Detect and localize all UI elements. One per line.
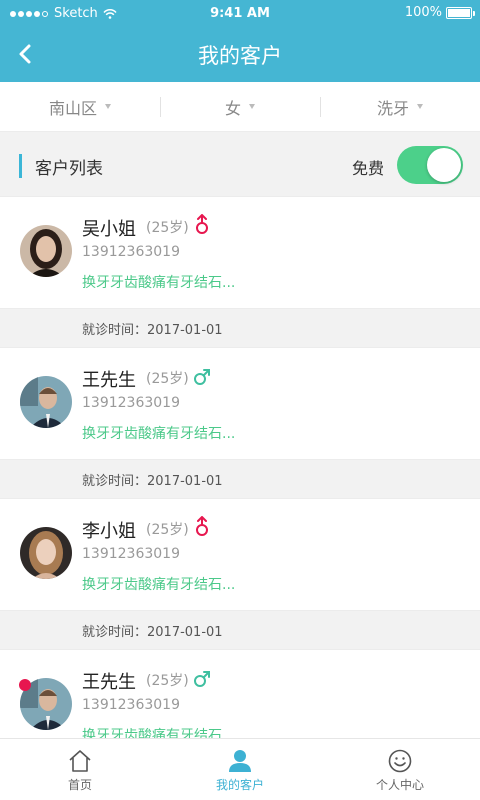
page-title: 我的客户: [198, 44, 282, 68]
visit-date: 就诊时间：2017-01-01: [82, 625, 223, 640]
tab-customers-label: 我的客户: [215, 778, 264, 792]
customer-age: (25岁): [146, 673, 189, 689]
user-icon: [229, 750, 251, 772]
free-toggle[interactable]: [397, 146, 463, 184]
home-icon: [69, 750, 91, 772]
customer-phone: 13912363019: [82, 395, 180, 411]
customer-phone: 13912363019: [82, 244, 180, 260]
status-bar: Sketch 9:41 AM 100%: [0, 0, 480, 26]
avatar: [20, 376, 72, 428]
customer-card[interactable]: 吴小姐 (25岁) 13912363019 换牙牙齿酸痛有牙结石...: [0, 196, 480, 309]
customer-card[interactable]: 王先生 (25岁) 13912363019 换牙牙齿酸痛有牙结石...: [0, 347, 480, 460]
customer-name: 王先生: [82, 672, 136, 693]
filter-service-label: 洗牙: [376, 98, 409, 118]
visit-date-bar: 就诊时间：2017-01-01: [0, 460, 480, 498]
chevron-left-icon[interactable]: [10, 38, 42, 70]
free-label: 免费: [352, 159, 385, 178]
customer-card[interactable]: 李小姐 (25岁) 13912363019 换牙牙齿酸痛有牙结石...: [0, 498, 480, 611]
section-title: 客户列表: [35, 159, 103, 179]
battery-status: 100%: [404, 5, 475, 20]
visit-date: 就诊时间：2017-01-01: [82, 323, 223, 338]
customer-age: (25岁): [146, 522, 189, 538]
visit-date-bar: 就诊时间：2017-01-01: [0, 611, 480, 649]
customer-age: (25岁): [146, 371, 189, 387]
male-icon: [194, 369, 210, 385]
filter-district[interactable]: 南山区: [0, 82, 160, 131]
visit-date-bar: 就诊时间：2017-01-01: [0, 309, 480, 347]
smiley-icon: [388, 749, 412, 773]
customer-phone: 13912363019: [82, 546, 180, 562]
tab-profile-label: 个人中心: [375, 778, 424, 792]
caret-down-icon: [249, 104, 255, 109]
customer-phone: 13912363019: [82, 697, 180, 713]
avatar: [20, 225, 72, 277]
section-accent-bar: [19, 154, 22, 178]
tab-home[interactable]: 首页: [0, 739, 160, 800]
visit-date: 就诊时间：2017-01-01: [82, 474, 223, 489]
app-header: Sketch 9:41 AM 100% 我的客户: [0, 0, 480, 82]
avatar: [20, 527, 72, 579]
caret-down-icon: [105, 104, 111, 109]
customer-name: 王先生: [82, 370, 136, 391]
male-icon: [194, 671, 210, 687]
battery-percent: 100%: [404, 5, 442, 20]
toggle-knob: [427, 148, 461, 182]
filter-bar: 南山区 女 洗牙: [0, 82, 480, 132]
caret-down-icon: [417, 104, 423, 109]
customer-desc: 换牙牙齿酸痛有牙结石...: [82, 275, 236, 291]
tab-home-label: 首页: [67, 778, 92, 792]
filter-district-label: 南山区: [48, 98, 97, 118]
filter-gender[interactable]: 女: [160, 82, 320, 131]
customer-desc: 换牙牙齿酸痛有牙结石...: [82, 577, 236, 593]
filter-gender-label: 女: [224, 98, 241, 118]
tab-customers[interactable]: 我的客户: [160, 739, 320, 800]
customer-desc: 换牙牙齿酸痛有牙结石...: [82, 426, 236, 442]
nav-bar: 我的客户: [0, 26, 480, 82]
unread-dot: [19, 679, 31, 691]
female-icon: [196, 516, 208, 536]
tab-profile[interactable]: 个人中心: [320, 739, 480, 800]
filter-service[interactable]: 洗牙: [320, 82, 480, 131]
customer-age: (25岁): [146, 220, 189, 236]
customer-name: 李小姐: [82, 521, 136, 542]
battery-icon: [446, 6, 475, 19]
tab-bar: 首页 我的客户 个人中心: [0, 738, 480, 800]
female-icon: [196, 214, 208, 234]
customer-name: 吴小姐: [82, 219, 136, 240]
